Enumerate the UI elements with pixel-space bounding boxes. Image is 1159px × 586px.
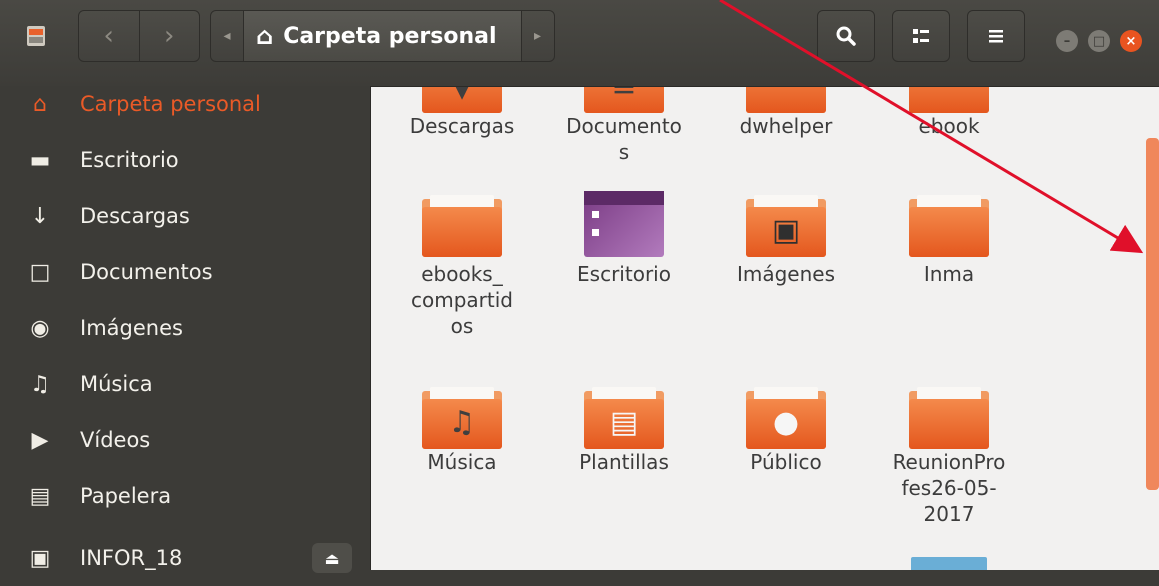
public-folder-icon: ●	[746, 383, 826, 449]
search-button[interactable]	[817, 10, 875, 62]
close-button[interactable]: ×	[1120, 30, 1142, 52]
home-icon: ⌂	[33, 91, 47, 117]
folder-icon	[909, 191, 989, 257]
view-toggle-button[interactable]	[892, 10, 950, 62]
desktop-folder-icon	[584, 191, 664, 257]
minimize-button[interactable]: –	[1056, 30, 1078, 52]
download-folder-icon: ▼	[422, 87, 502, 113]
folder-icon: ▬	[29, 147, 51, 173]
trash-icon: ▤	[29, 483, 51, 509]
sidebar-item-label: Papelera	[80, 484, 172, 508]
minimize-icon: –	[1063, 33, 1071, 49]
menu-button[interactable]	[967, 10, 1025, 62]
path-scroll-right-button[interactable]: ▸	[520, 10, 555, 62]
sidebar-item-desktop[interactable]: ▬ Escritorio	[0, 132, 370, 188]
back-button[interactable]: ‹	[79, 11, 139, 61]
file-label: Imágenes	[736, 262, 836, 286]
hamburger-menu-icon	[989, 30, 1003, 43]
folder-icon	[746, 87, 826, 113]
file-label: Plantillas	[579, 450, 669, 474]
sidebar-item-trash[interactable]: ▤ Papelera	[0, 468, 370, 524]
sidebar-item-pictures[interactable]: ◉ Imágenes	[0, 300, 370, 356]
sidebar-item-documents[interactable]: □ Documentos	[0, 244, 370, 300]
folder-item[interactable]: ebooks_ compartid os	[387, 191, 537, 339]
folder-item[interactable]: ▼ Descargas	[387, 87, 537, 139]
chevron-left-icon: ‹	[103, 21, 114, 51]
sidebar-item-home[interactable]: ⌂ Carpeta personal	[0, 76, 370, 132]
sidebar-item-label: Carpeta personal	[80, 92, 261, 116]
search-icon	[836, 26, 856, 46]
header-bar: ‹ › ◂ ⌂ Carpeta personal ▸ – □ ×	[0, 0, 1159, 87]
partial-file-icon	[911, 557, 987, 570]
document-icon: □	[29, 259, 51, 285]
sidebar-item-videos[interactable]: ▶ Vídeos	[0, 412, 370, 468]
folder-item[interactable]: ● Público	[711, 383, 861, 475]
file-label: Público	[750, 450, 822, 474]
sidebar-item-label: Documentos	[80, 260, 213, 284]
folder-item[interactable]: ≡ Documento s	[549, 87, 699, 165]
music-folder-icon: ♫	[422, 383, 502, 449]
templates-folder-icon: ▤	[584, 383, 664, 449]
document-folder-icon: ≡	[584, 87, 664, 113]
folder-icon	[422, 191, 502, 257]
file-label: ebook	[918, 114, 980, 138]
file-label: Documento s	[566, 114, 682, 164]
sidebar-item-label: INFOR_18	[80, 546, 183, 570]
file-label: ebooks_ compartid os	[411, 262, 513, 338]
chevron-right-icon: ›	[164, 21, 175, 51]
path-button-home[interactable]: ⌂ Carpeta personal	[244, 10, 521, 62]
file-label: Inma	[923, 262, 975, 286]
file-label: dwhelper	[739, 114, 833, 138]
maximize-icon: □	[1092, 33, 1106, 49]
file-view: ▼ Descargas ≡ Documento s dwhelper ebook…	[371, 87, 1159, 570]
home-icon: ⌂	[256, 22, 274, 50]
drive-icon: ▣	[29, 545, 51, 571]
sidebar-item-music[interactable]: ♫ Música	[0, 356, 370, 412]
folder-item[interactable]: Inma	[874, 191, 1024, 287]
file-cabinet-icon	[27, 26, 45, 46]
close-icon: ×	[1125, 33, 1137, 49]
sidebar-item-label: Descargas	[80, 204, 190, 228]
folder-item[interactable]: ♫ Música	[387, 383, 537, 475]
music-icon: ♫	[30, 371, 50, 397]
download-icon: ↓	[30, 203, 50, 229]
folder-item[interactable]: Escritorio	[549, 191, 699, 287]
file-label: Descargas	[409, 114, 515, 138]
sidebar-item-label: Escritorio	[80, 148, 179, 172]
folder-item[interactable]: ebook	[874, 87, 1024, 139]
pictures-folder-icon: ▣	[746, 191, 826, 257]
path-scroll-left-button[interactable]: ◂	[210, 10, 244, 62]
file-label: ReunionPro fes26-05- 2017	[892, 450, 1006, 526]
sidebar-item-label: Vídeos	[80, 428, 151, 452]
eject-button[interactable]: ⏏	[312, 543, 352, 573]
path-bar: ◂ ⌂ Carpeta personal ▸	[210, 10, 555, 62]
sidebar-item-label: Imágenes	[80, 316, 183, 340]
folder-item[interactable]: ReunionPro fes26-05- 2017	[874, 383, 1024, 527]
eject-icon: ⏏	[324, 548, 340, 568]
sidebar-item-downloads[interactable]: ↓ Descargas	[0, 188, 370, 244]
sidebar-item-label: Música	[80, 372, 153, 396]
folder-item[interactable]: dwhelper	[711, 87, 861, 139]
app-icon[interactable]	[8, 10, 64, 62]
file-label: Música	[427, 450, 497, 474]
navigation-buttons: ‹ ›	[78, 10, 200, 62]
forward-button[interactable]: ›	[139, 11, 199, 61]
folder-icon	[909, 87, 989, 113]
camera-icon: ◉	[30, 315, 50, 341]
folder-item[interactable]: ▣ Imágenes	[711, 191, 861, 287]
folder-item[interactable]: ▤ Plantillas	[549, 383, 699, 475]
scrollbar[interactable]	[1146, 138, 1159, 490]
maximize-button[interactable]: □	[1088, 30, 1110, 52]
list-view-icon	[913, 29, 929, 43]
file-label: Escritorio	[577, 262, 671, 286]
video-icon: ▶	[31, 427, 49, 453]
path-current-label: Carpeta personal	[283, 23, 497, 49]
sidebar: ⌂ Carpeta personal ▬ Escritorio ↓ Descar…	[0, 86, 371, 573]
folder-icon	[909, 383, 989, 449]
